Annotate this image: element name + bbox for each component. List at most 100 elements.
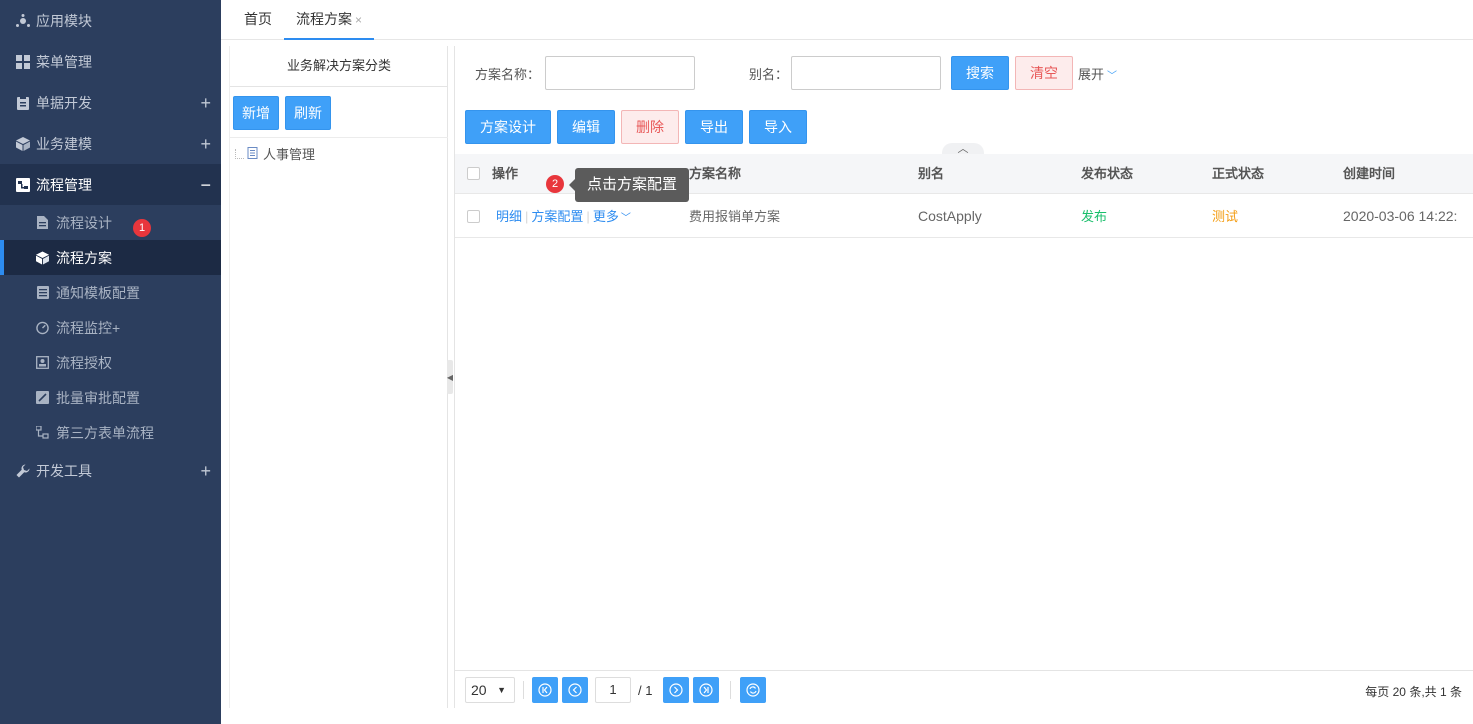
more-dropdown[interactable]: 更多 ﹀ <box>593 209 631 224</box>
clear-button[interactable]: 清空 <box>1015 56 1073 90</box>
plan-design-button[interactable]: 方案设计 <box>465 110 551 144</box>
edit-button[interactable]: 编辑 <box>557 110 615 144</box>
expand-plus-icon[interactable]: + <box>112 320 120 336</box>
plan-name-input[interactable] <box>545 56 695 90</box>
tooltip: 点击方案配置 <box>569 168 689 202</box>
panel-collapse-handle[interactable]: ◀ <box>447 360 453 394</box>
sidebar-subitem-label: 通知模板配置 <box>56 284 140 301</box>
last-page-icon <box>699 683 713 697</box>
step-badge-1: 1 <box>133 219 151 237</box>
sidebar-item-form-development[interactable]: 单据开发 + <box>0 82 221 123</box>
sidebar-item-dev-tools[interactable]: 开发工具 + <box>0 450 221 491</box>
close-icon[interactable]: × <box>355 13 362 27</box>
sidebar-item-label: 流程管理 <box>36 176 92 193</box>
divider <box>730 681 731 699</box>
sidebar-subitem-process-monitor[interactable]: 流程监控 + <box>0 310 221 345</box>
sidebar-subitem-notify-template[interactable]: 通知模板配置 <box>0 275 221 310</box>
tree-node-hr[interactable]: 人事管理 <box>235 144 315 163</box>
tab-bar: 首页 流程方案 × <box>221 0 1473 40</box>
grid-icon <box>16 54 30 69</box>
sidebar-item-process-management[interactable]: 流程管理 − <box>0 164 221 205</box>
expand-plus-icon[interactable]: + <box>200 135 211 153</box>
sidebar-subitem-batch-approval[interactable]: 批量审批配置 <box>0 380 221 415</box>
sidebar-subitem-label: 流程授权 <box>56 354 112 371</box>
sidebar-subitem-label: 第三方表单流程 <box>56 424 154 441</box>
expand-plus-icon[interactable]: + <box>200 462 211 480</box>
person-card-icon <box>36 356 49 369</box>
list-icon <box>36 286 49 299</box>
page-number-input[interactable]: 1 <box>595 677 631 703</box>
delete-button[interactable]: 删除 <box>621 110 679 144</box>
gauge-icon <box>36 321 49 334</box>
expand-toggle[interactable]: 展开 ﹀ <box>1078 64 1117 83</box>
tab-label: 流程方案 <box>296 11 352 27</box>
sidebar-item-label: 应用模块 <box>36 12 92 29</box>
collapse-minus-icon[interactable]: − <box>200 176 211 194</box>
sidebar-subitem-third-party-form[interactable]: 第三方表单流程 <box>0 415 221 450</box>
more-label: 更多 <box>592 209 619 224</box>
sidebar-item-menu-management[interactable]: 菜单管理 <box>0 41 221 82</box>
sidebar-subitem-process-authorize[interactable]: 流程授权 <box>0 345 221 380</box>
detail-link[interactable]: 明细 <box>496 209 522 224</box>
sidebar-item-label: 单据开发 <box>36 94 92 111</box>
divider: | <box>525 209 529 224</box>
last-page-button[interactable] <box>693 677 719 703</box>
add-button[interactable]: 新增 <box>233 96 279 130</box>
sidebar: 应用模块 菜单管理 单据开发 + 业务建模 + 流程管理 − 流程设计 1 流程… <box>0 0 221 724</box>
export-button[interactable]: 导出 <box>685 110 743 144</box>
search-button[interactable]: 搜索 <box>951 56 1009 90</box>
divider: | <box>586 209 590 224</box>
column-header[interactable]: 操作 <box>492 154 518 194</box>
plan-list-panel: 方案名称： 别名： 搜索 清空 展开 ﹀ 方案设计 编辑 删除 导出 导入 ︿ 操… <box>454 46 1473 708</box>
plan-config-link[interactable]: 方案配置 <box>531 209 583 224</box>
page-size-select[interactable]: 20 ▼ <box>465 677 515 703</box>
folder-doc-icon <box>247 147 259 160</box>
sidebar-item-label: 菜单管理 <box>36 53 92 70</box>
page-size-value: 20 <box>471 682 487 698</box>
tab-process-plan[interactable]: 流程方案 × <box>284 0 375 40</box>
select-all-checkbox[interactable] <box>467 167 480 180</box>
first-page-button[interactable] <box>532 677 558 703</box>
sidebar-item-business-modeling[interactable]: 业务建模 + <box>0 123 221 164</box>
column-header[interactable]: 发布状态 <box>1081 154 1133 194</box>
tab-home[interactable]: 首页 <box>244 0 272 40</box>
column-header[interactable]: 创建时间 <box>1343 154 1395 194</box>
formal-status-cell: 测试 <box>1212 209 1239 224</box>
next-page-icon <box>669 683 683 697</box>
plan-name-label: 方案名称： <box>475 67 541 82</box>
refresh-icon <box>746 683 760 697</box>
chevron-down-icon: ﹀ <box>620 213 631 224</box>
refresh-button[interactable]: 刷新 <box>285 96 331 130</box>
next-page-button[interactable] <box>663 677 689 703</box>
step-badge-2: 2 <box>546 175 564 193</box>
alias-cell: CostApply <box>918 208 982 224</box>
wrench-icon <box>16 463 30 478</box>
cube-icon <box>36 251 49 264</box>
caret-down-icon: ▼ <box>497 685 506 695</box>
column-header[interactable]: 别名 <box>918 154 944 194</box>
sidebar-subitem-process-plan[interactable]: 流程方案 <box>0 240 221 275</box>
pager-summary: 每页 20 条,共 1 条 <box>1365 685 1462 699</box>
tree-node-label: 人事管理 <box>263 147 316 162</box>
prev-page-icon <box>568 683 582 697</box>
alias-input[interactable] <box>791 56 941 90</box>
row-checkbox[interactable] <box>467 210 480 223</box>
category-tree-panel: 业务解决方案分类 新增 刷新 人事管理 <box>229 46 448 708</box>
column-header[interactable]: 方案名称 <box>689 154 741 194</box>
doc-icon <box>36 216 49 229</box>
sidebar-subitem-label: 流程方案 <box>56 249 112 266</box>
first-page-icon <box>538 683 552 697</box>
publish-status-cell: 发布 <box>1081 209 1108 224</box>
tree-line <box>235 148 244 159</box>
column-header[interactable]: 正式状态 <box>1212 154 1264 194</box>
prev-page-button[interactable] <box>562 677 588 703</box>
alias-label: 别名： <box>749 67 789 82</box>
tab-label: 首页 <box>244 11 272 27</box>
sidebar-item-label: 业务建模 <box>36 135 92 152</box>
sidebar-item-app-modules[interactable]: 应用模块 <box>0 0 221 41</box>
import-button[interactable]: 导入 <box>749 110 807 144</box>
expand-plus-icon[interactable]: + <box>200 94 211 112</box>
reload-button[interactable] <box>740 677 766 703</box>
sidebar-subitem-process-design[interactable]: 流程设计 <box>0 205 221 240</box>
org-icon <box>16 13 30 28</box>
